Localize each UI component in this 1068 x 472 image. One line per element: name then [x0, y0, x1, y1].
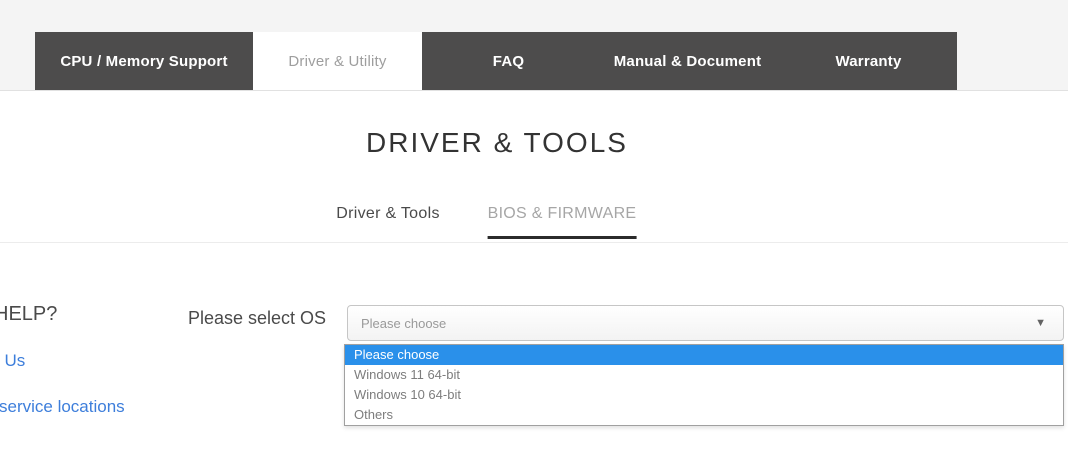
- chevron-down-icon: ▼: [1035, 317, 1063, 329]
- subtab-driver-tools[interactable]: Driver & Tools: [336, 205, 440, 236]
- tab-cpu-memory-support[interactable]: CPU / Memory Support: [35, 32, 253, 90]
- os-option-others[interactable]: Others: [345, 405, 1063, 425]
- tab-warranty[interactable]: Warranty: [780, 32, 957, 90]
- header-strip: CPU / Memory Support Driver & Utility FA…: [0, 0, 1068, 91]
- tab-driver-utility[interactable]: Driver & Utility: [253, 32, 422, 90]
- os-option-windows-10[interactable]: Windows 10 64-bit: [345, 385, 1063, 405]
- page-title: DRIVER & TOOLS: [366, 127, 628, 159]
- os-option-please-choose[interactable]: Please choose: [345, 345, 1063, 365]
- subtab-bios-firmware[interactable]: BIOS & FIRMWARE: [488, 205, 637, 239]
- product-tabbar: CPU / Memory Support Driver & Utility FA…: [35, 32, 957, 90]
- os-select-value: Please choose: [348, 316, 1035, 331]
- service-locations-link[interactable]: service locations: [0, 397, 125, 417]
- os-select-label: Please select OS: [188, 308, 326, 329]
- section-divider: [0, 242, 1068, 243]
- help-heading: HELP?: [0, 303, 57, 326]
- os-dropdown-list: Please choose Windows 11 64-bit Windows …: [344, 344, 1064, 426]
- driver-subtabs: Driver & Tools BIOS & FIRMWARE: [0, 205, 1068, 243]
- os-select[interactable]: Please choose ▼: [347, 305, 1064, 341]
- tab-manual-document[interactable]: Manual & Document: [595, 32, 780, 90]
- os-option-windows-11[interactable]: Windows 11 64-bit: [345, 365, 1063, 385]
- contact-us-link[interactable]: l Us: [0, 351, 25, 371]
- tab-faq[interactable]: FAQ: [422, 32, 595, 90]
